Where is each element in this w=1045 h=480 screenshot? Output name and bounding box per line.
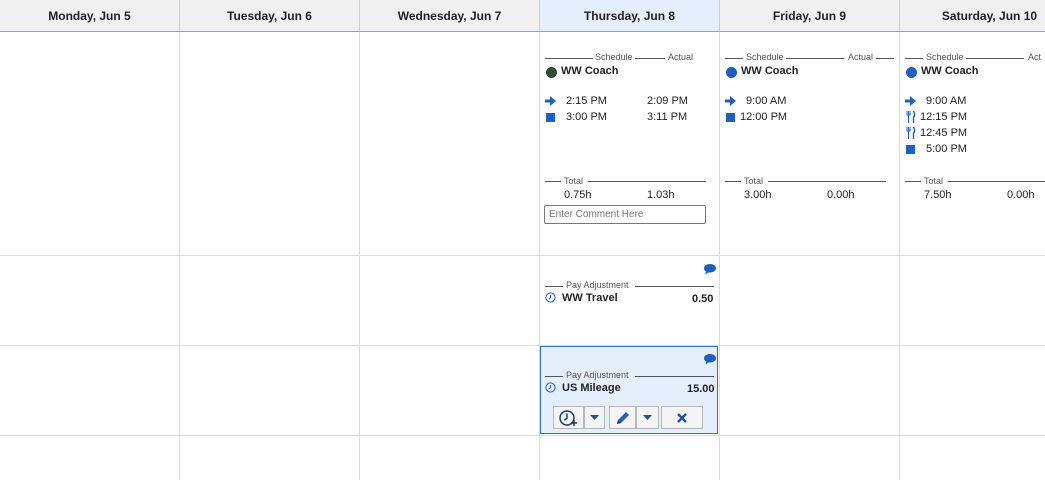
comment-input[interactable] [544, 205, 706, 224]
arrow-right-icon [725, 96, 736, 106]
row-divider [0, 345, 1045, 346]
divider [588, 181, 706, 182]
schedule-in-time: 9:00 AM [746, 95, 787, 107]
clock-icon [545, 292, 556, 303]
divider [635, 58, 665, 59]
day-header-thu[interactable]: Thursday, Jun 8 [540, 0, 720, 31]
clock-icon [545, 382, 556, 393]
actual-label: Actual [848, 52, 874, 62]
column-divider [719, 32, 720, 480]
schedule-out-time: 3:00 PM [566, 111, 607, 123]
adjustment-amount: 0.50 [692, 293, 714, 305]
meal-start-time: 12:15 PM [920, 111, 968, 123]
total-actual: 0.00h [827, 189, 855, 201]
job-name: WW Coach [741, 65, 799, 77]
schedule-in-time: 2:15 PM [566, 95, 607, 107]
day-header-mon[interactable]: Monday, Jun 5 [0, 0, 180, 31]
close-icon [677, 412, 687, 423]
actual-out-time: 3:11 PM [647, 111, 688, 123]
day-header-fri[interactable]: Friday, Jun 9 [720, 0, 900, 31]
delete-button[interactable] [661, 406, 703, 429]
schedule-label: Schedule [595, 52, 633, 62]
pay-adjustment-label: Pay Adjustment [566, 280, 629, 290]
divider [786, 58, 844, 59]
pay-adjustment-label: Pay Adjustment [566, 370, 629, 380]
divider [966, 58, 1024, 59]
divider [635, 376, 714, 377]
adjustment-name: US Mileage [562, 382, 621, 394]
pencil-icon [616, 411, 629, 424]
column-divider [899, 32, 900, 480]
schedule-label: Schedule [926, 52, 964, 62]
comment-bubble-icon[interactable] [703, 353, 717, 365]
total-schedule: 7.50h [924, 189, 952, 201]
total-label: Total [744, 176, 764, 186]
comment-bubble-icon[interactable] [703, 263, 717, 275]
chevron-down-icon [643, 414, 652, 420]
total-label: Total [564, 176, 584, 186]
schedule-out-time: 12:00 PM [740, 111, 788, 123]
column-divider [359, 32, 360, 480]
divider [545, 286, 563, 287]
status-dot-icon [906, 67, 917, 78]
arrow-right-icon [905, 96, 916, 106]
actual-in-time: 2:09 PM [647, 95, 688, 107]
row-divider [0, 435, 1045, 436]
schedule-in-time: 9:00 AM [926, 95, 967, 107]
divider [768, 181, 886, 182]
divider [545, 58, 593, 59]
status-dot-icon [726, 67, 737, 78]
row-divider [0, 255, 1045, 256]
schedule-out-time: 5:00 PM [926, 143, 967, 155]
meal-icon [906, 111, 916, 123]
total-schedule: 3.00h [744, 189, 772, 201]
actual-label: Actual [668, 52, 694, 62]
clock-add-icon [558, 409, 577, 426]
column-divider [179, 32, 180, 480]
stop-square-icon [546, 113, 555, 122]
adjustment-name: WW Travel [562, 292, 618, 304]
divider [948, 181, 1045, 182]
divider [545, 181, 561, 182]
total-actual: 0.00h [1007, 189, 1035, 201]
divider [876, 58, 894, 59]
stop-square-icon [906, 145, 915, 154]
divider [725, 58, 743, 59]
total-schedule: 0.75h [564, 189, 592, 201]
job-name: WW Coach [921, 65, 979, 77]
arrow-right-icon [545, 96, 556, 106]
day-header-row: Monday, Jun 5 Tuesday, Jun 6 Wednesday, … [0, 0, 1045, 32]
timecard-grid: Monday, Jun 5 Tuesday, Jun 6 Wednesday, … [0, 0, 1045, 480]
status-dot-icon [546, 67, 557, 78]
stop-square-icon [726, 113, 735, 122]
job-name: WW Coach [561, 65, 619, 77]
meal-end-time: 12:45 PM [920, 127, 968, 139]
chevron-down-icon [590, 414, 599, 420]
add-time-button[interactable] [553, 406, 584, 429]
edit-dropdown[interactable] [636, 406, 659, 429]
meal-icon [906, 127, 916, 139]
divider [905, 58, 923, 59]
total-label: Total [924, 176, 944, 186]
divider [725, 181, 741, 182]
divider [545, 376, 563, 377]
divider [635, 286, 714, 287]
day-header-tue[interactable]: Tuesday, Jun 6 [180, 0, 360, 31]
actual-label: Act [1028, 52, 1042, 62]
total-actual: 1.03h [647, 189, 675, 201]
add-time-dropdown[interactable] [584, 406, 605, 429]
divider [905, 181, 921, 182]
schedule-label: Schedule [746, 52, 784, 62]
day-header-sat[interactable]: Saturday, Jun 10 [900, 0, 1045, 31]
day-header-wed[interactable]: Wednesday, Jun 7 [360, 0, 540, 31]
adjustment-amount: 15.00 [687, 383, 715, 395]
edit-button[interactable] [609, 406, 636, 429]
